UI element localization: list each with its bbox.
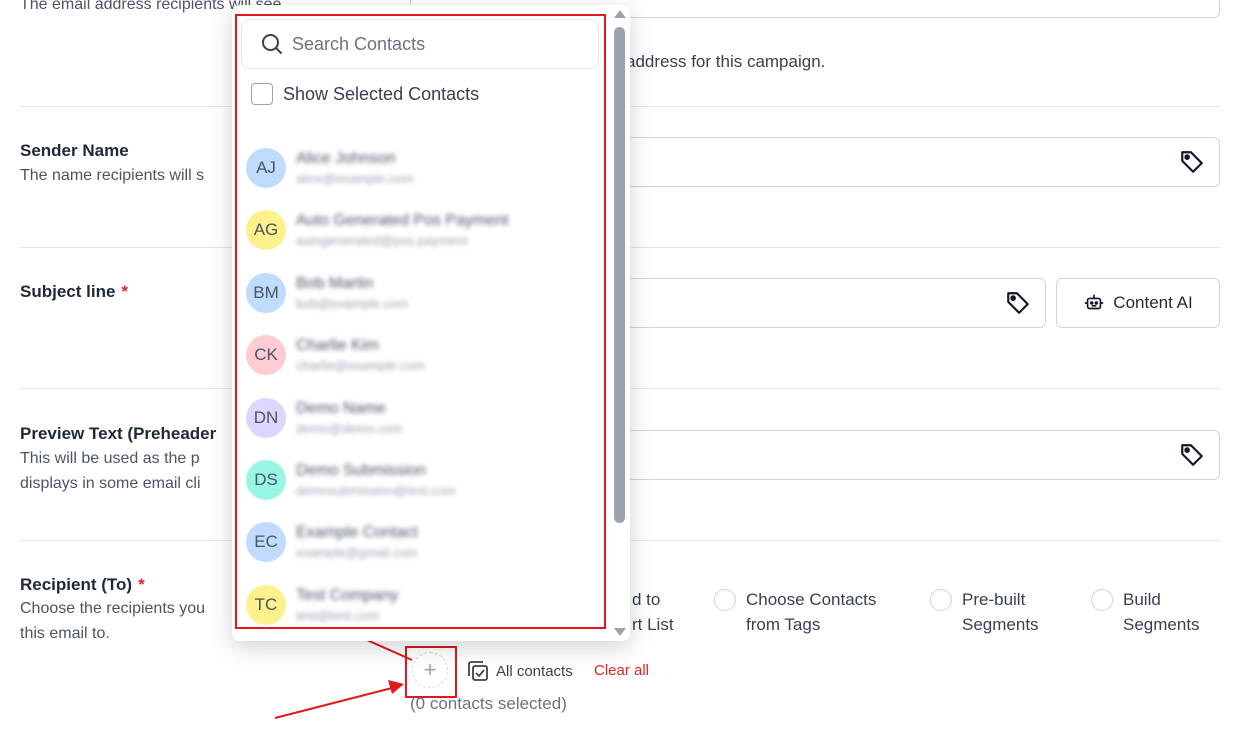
- contact-email: bob@example.com: [296, 296, 409, 311]
- contact-email: demosubmission@test.com: [296, 483, 456, 498]
- avatar: DN: [246, 398, 286, 438]
- contact-name: Auto Generated Pos Payment: [296, 212, 509, 229]
- avatar: AJ: [246, 148, 286, 188]
- contact-name: Test Company: [296, 587, 399, 604]
- contact-email: test@test.com: [296, 608, 380, 623]
- show-selected-label: Show Selected Contacts: [283, 83, 480, 104]
- contact-email: example@gmail.com: [296, 545, 418, 560]
- search-contacts-input[interactable]: [292, 33, 582, 55]
- arrow-line-2: [274, 687, 393, 719]
- contact-item[interactable]: AG Auto Generated Pos Payment autogenerat…: [246, 205, 586, 255]
- show-selected-toggle[interactable]: Show Selected Contacts: [251, 83, 479, 105]
- contact-name: Charlie Kim: [296, 337, 379, 354]
- avatar: AG: [246, 210, 286, 250]
- contacts-dropdown[interactable]: Show Selected Contacts AJ Alice Johnson a…: [232, 5, 630, 641]
- contact-email: alice@example.com: [296, 171, 414, 186]
- avatar: DS: [246, 460, 286, 500]
- scrollbar-thumb[interactable]: [614, 27, 625, 523]
- arrow-head: [388, 680, 404, 694]
- show-selected-checkbox[interactable]: [251, 83, 273, 105]
- contact-item[interactable]: TC Test Company test@test.com: [246, 580, 586, 630]
- contact-email: autogenerated@pos.payment: [296, 233, 468, 248]
- contact-name: Bob Martin: [296, 275, 374, 292]
- search-contacts-field[interactable]: [241, 19, 599, 69]
- contact-email: demo@demo.com: [296, 421, 403, 436]
- contact-name: Example Contact: [296, 524, 418, 541]
- contact-item[interactable]: EC Example Contact example@gmail.com: [246, 517, 586, 567]
- contact-name: Demo Name: [296, 400, 386, 417]
- contact-email: charlie@example.com: [296, 358, 425, 373]
- search-icon: [262, 34, 283, 55]
- avatar: BM: [246, 273, 286, 313]
- contact-item[interactable]: DN Demo Name demo@demo.com: [246, 393, 586, 443]
- contact-item[interactable]: DS Demo Submission demosubmission@test.co…: [246, 455, 586, 505]
- scroll-up-arrow[interactable]: [614, 10, 626, 18]
- avatar: TC: [246, 585, 286, 625]
- contact-name: Demo Submission: [296, 462, 426, 479]
- contact-name: Alice Johnson: [296, 150, 396, 167]
- avatar: CK: [246, 335, 286, 375]
- contact-item[interactable]: BM Bob Martin bob@example.com: [246, 268, 586, 318]
- contact-item[interactable]: CK Charlie Kim charlie@example.com: [246, 330, 586, 380]
- avatar: EC: [246, 522, 286, 562]
- scroll-down-arrow[interactable]: [614, 628, 626, 636]
- contact-item[interactable]: AJ Alice Johnson alice@example.com: [246, 143, 586, 193]
